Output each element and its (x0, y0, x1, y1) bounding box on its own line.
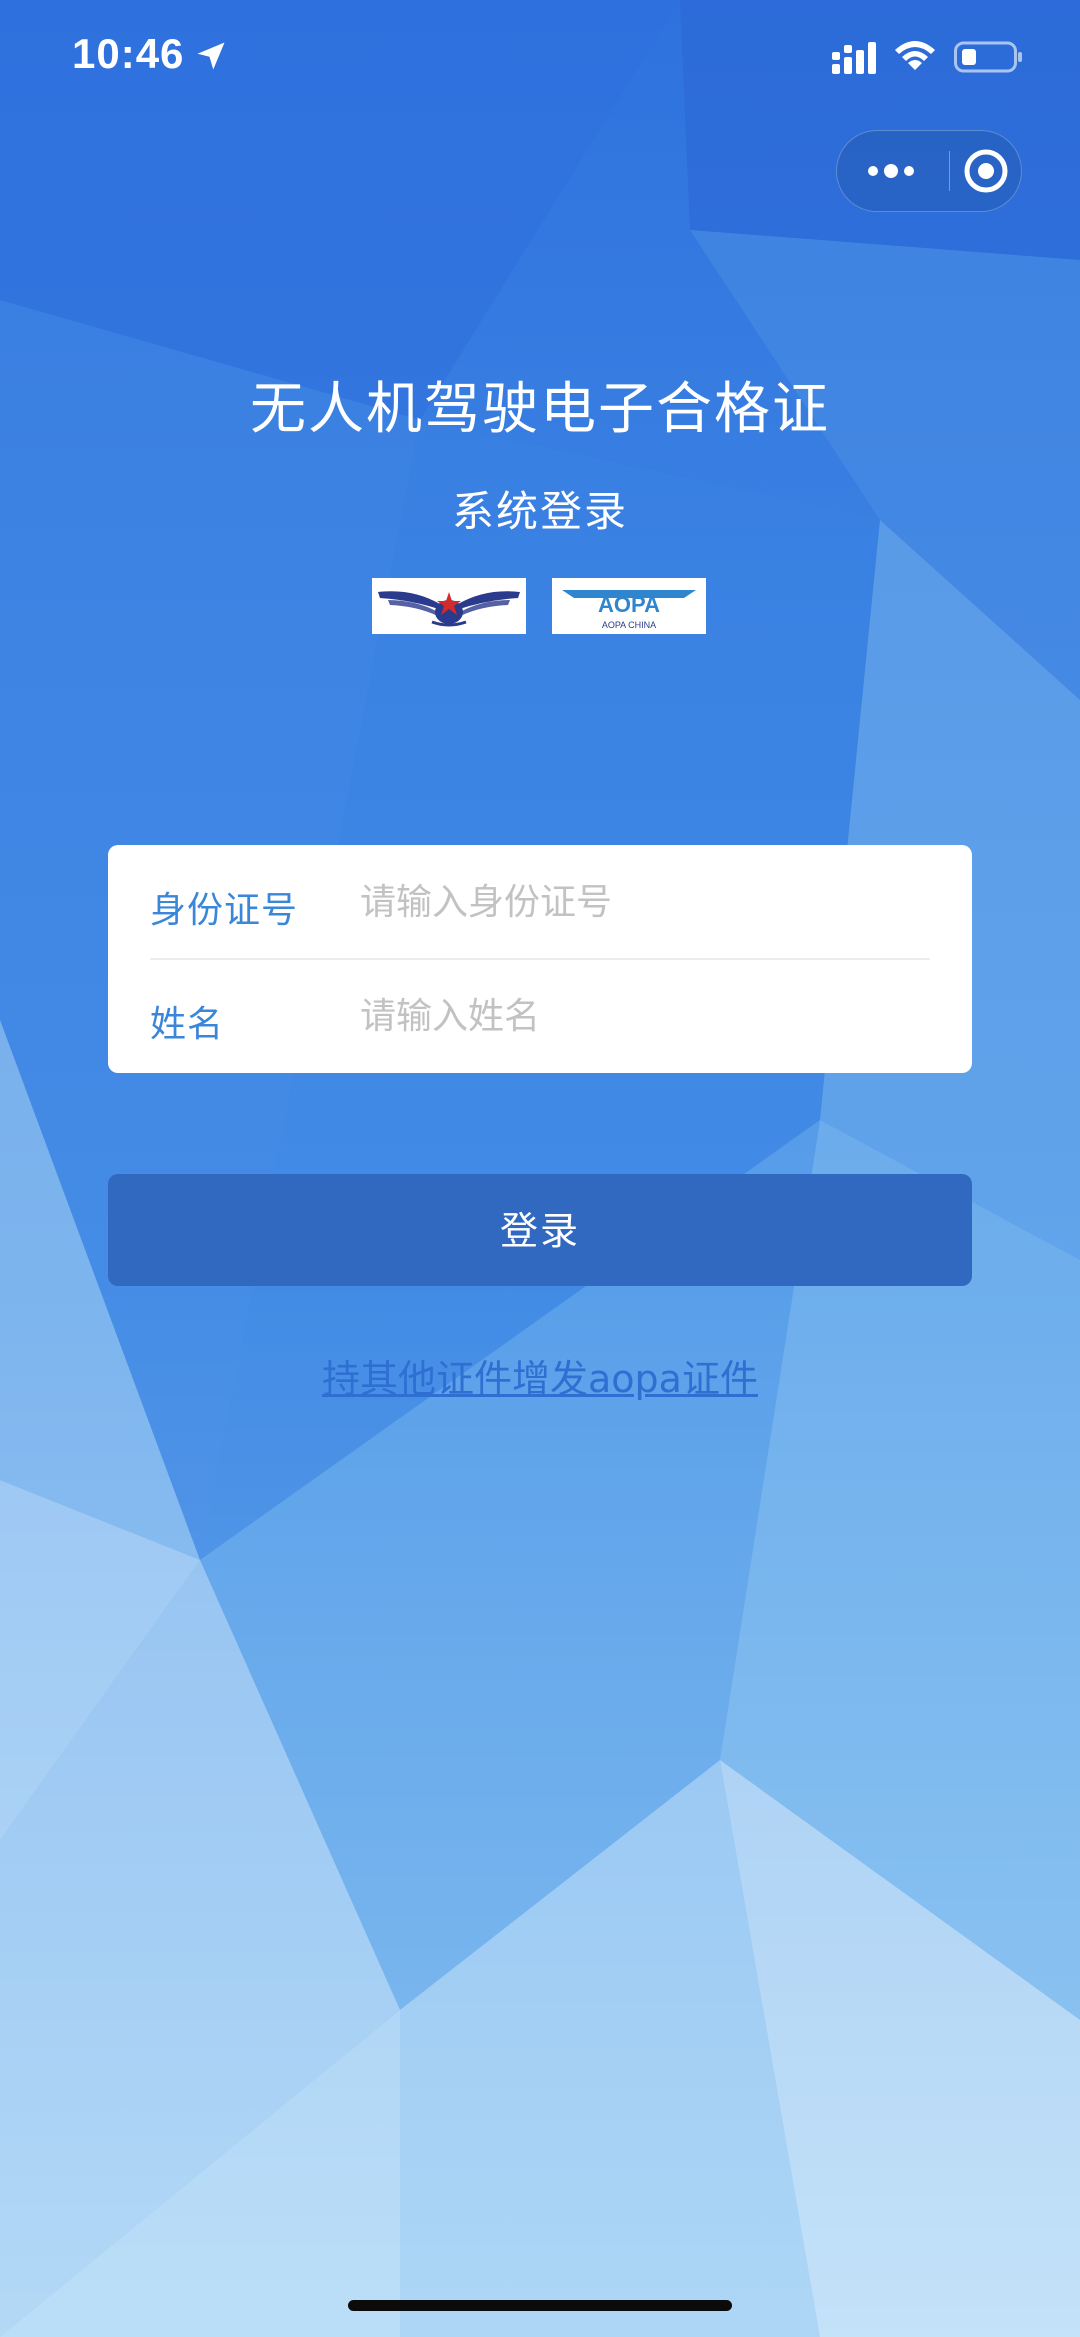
background-geometric-pattern (0, 0, 1080, 2337)
aopa-logo: AOPA AOPA CHINA (552, 578, 706, 634)
location-arrow-icon (197, 42, 225, 70)
battery-icon (954, 41, 1022, 73)
other-certificate-link[interactable]: 持其他证件增发aopa证件 (0, 1348, 1080, 1403)
id-number-input[interactable] (360, 867, 920, 937)
name-input[interactable] (360, 981, 920, 1051)
cellular-signal-icon (832, 42, 876, 74)
name-row: 姓名 (150, 959, 930, 1073)
target-close-icon (964, 149, 1008, 193)
aopa-logo-text: AOPA (598, 592, 660, 617)
login-form-card: 身份证号 姓名 (108, 845, 972, 1073)
page-subtitle: 系统登录 (451, 487, 628, 536)
status-time: 10:46 (72, 30, 185, 77)
id-number-label: 身份证号 (150, 890, 299, 931)
close-button[interactable] (949, 131, 1023, 211)
caac-wings-logo (372, 578, 526, 634)
name-label: 姓名 (150, 1004, 225, 1045)
aopa-logo-subtext: AOPA CHINA (602, 620, 656, 630)
login-button[interactable]: 登录 (108, 1174, 972, 1286)
page-title: 无人机驾驶电子合格证 (250, 377, 830, 442)
mini-program-capsule (836, 130, 1022, 212)
id-number-row: 身份证号 (150, 845, 930, 959)
status-bar: 10:46 (0, 0, 1080, 120)
more-button[interactable] (853, 131, 929, 211)
more-dots-icon (868, 164, 914, 178)
wifi-icon (895, 41, 935, 70)
home-indicator (348, 2300, 732, 2311)
